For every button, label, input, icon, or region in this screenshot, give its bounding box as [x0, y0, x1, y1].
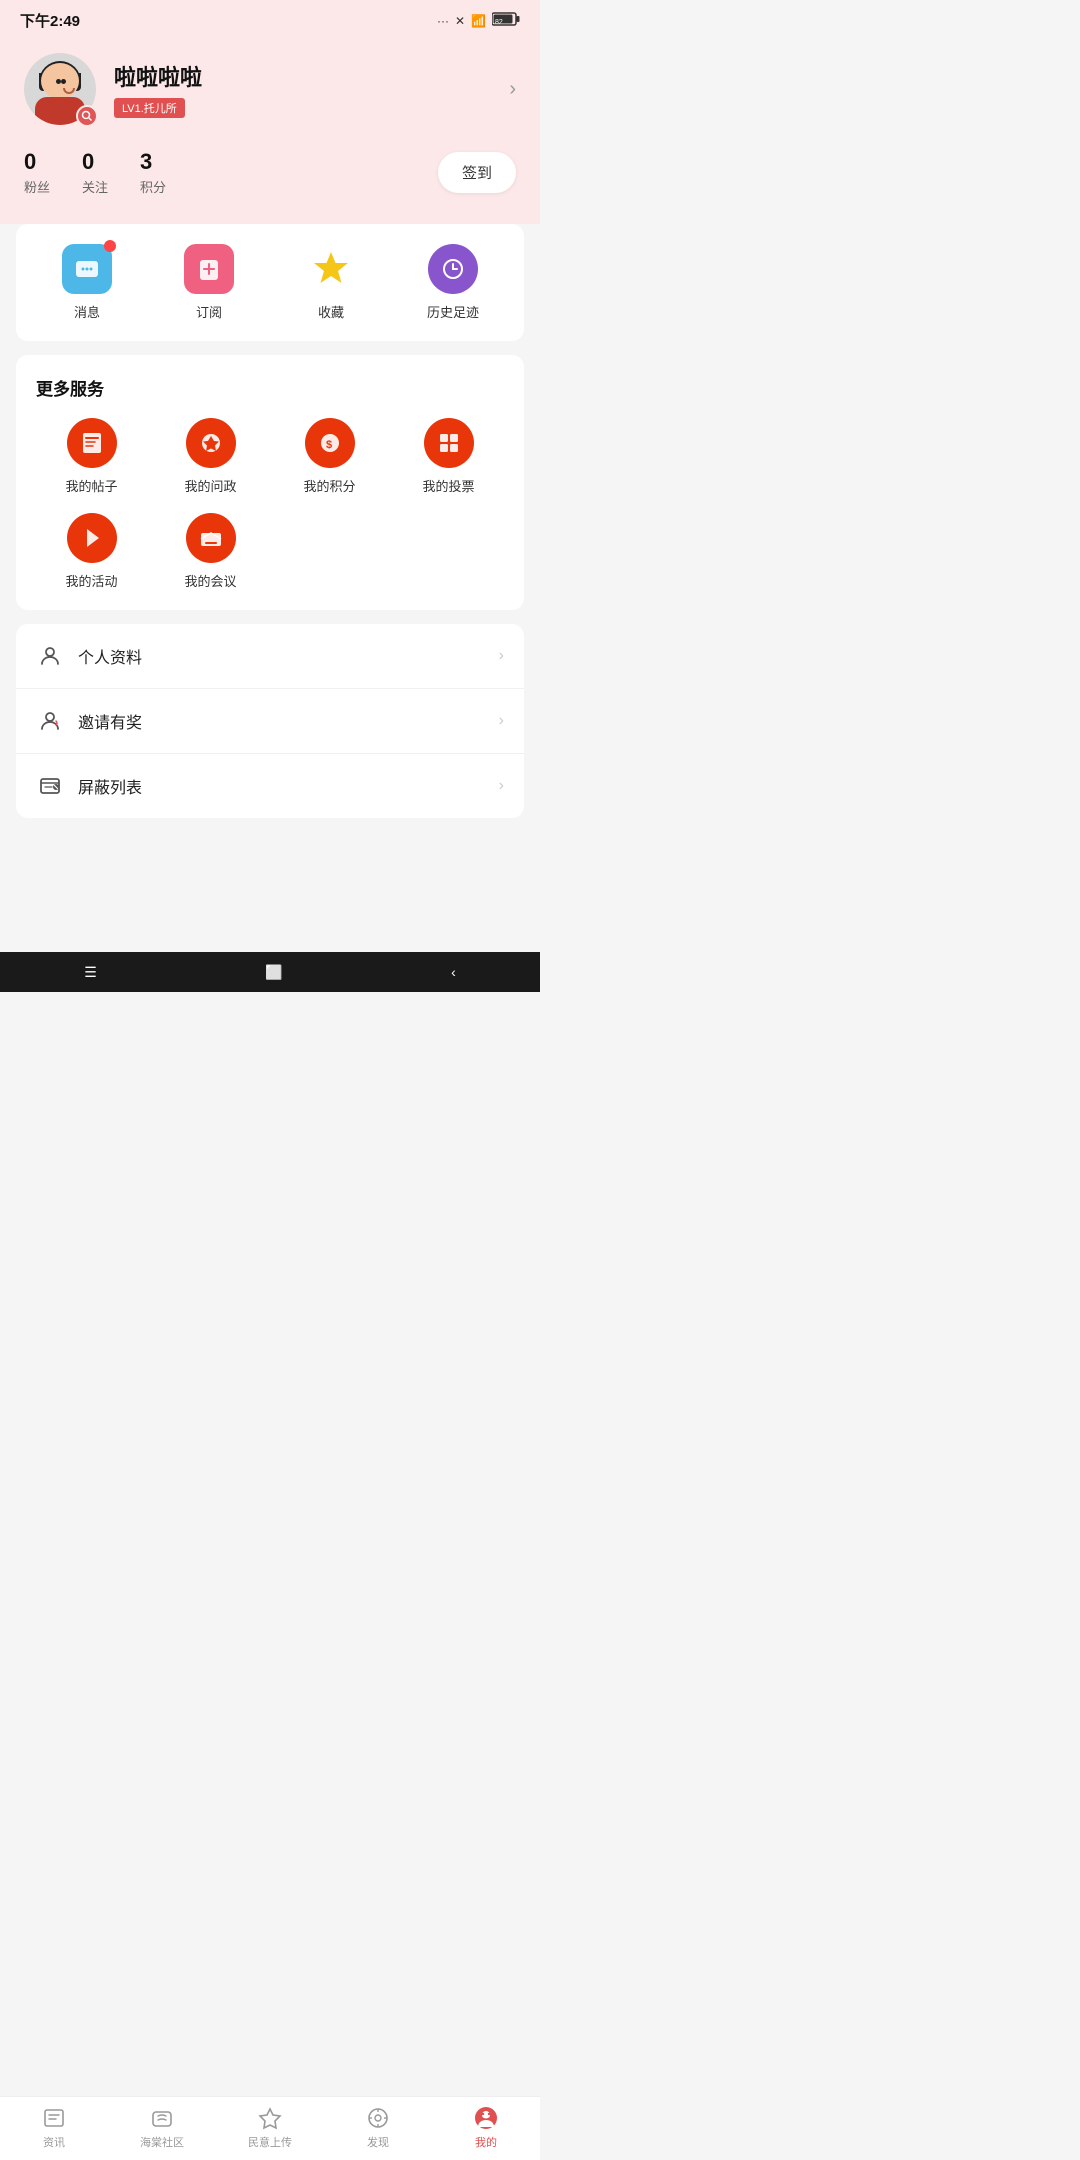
blocklist-icon [36, 772, 64, 800]
history-icon-wrap [428, 244, 478, 294]
signin-button[interactable]: 签到 [438, 152, 516, 193]
battery-icon: 82 [492, 12, 520, 29]
action-message[interactable]: 消息 [47, 244, 127, 321]
my-meeting-icon [186, 513, 236, 563]
fans-count: 0 [24, 149, 36, 175]
message-badge [104, 240, 116, 252]
mine-nav-label: 我的 [475, 2134, 497, 2150]
community-nav-label: 海棠社区 [140, 2134, 184, 2150]
my-points-label: 我的积分 [303, 476, 355, 495]
quick-actions-card: 消息 订阅 收藏 [16, 224, 524, 341]
blocklist-menu-label: 屏蔽列表 [78, 774, 499, 798]
service-my-activity[interactable]: 我的活动 [32, 513, 151, 590]
service-my-points[interactable]: $ 我的积分 [270, 418, 389, 495]
history-label: 历史足迹 [427, 302, 479, 321]
android-home-icon[interactable]: ⬜ [265, 964, 282, 981]
my-meeting-label: 我的会议 [184, 571, 236, 590]
menu-item-profile[interactable]: 个人资料 › [16, 624, 524, 689]
invite-icon [36, 707, 64, 735]
discover-nav-label: 发现 [367, 2134, 389, 2150]
status-icons: ··· ✕ 📶 82 [437, 12, 520, 29]
android-menu-icon[interactable]: ☰ [84, 964, 97, 981]
news-nav-icon [41, 2105, 67, 2131]
profile-top: 啦啦啦啦 LV1.托儿所 › [24, 53, 516, 125]
news-nav-label: 资讯 [43, 2134, 65, 2150]
message-icon-wrap [62, 244, 112, 294]
nav-mine[interactable]: 我的 [451, 2105, 521, 2150]
favorite-label: 收藏 [318, 302, 344, 321]
my-inquiry-label: 我的问政 [184, 476, 236, 495]
more-services-card: 更多服务 我的帖子 [16, 355, 524, 610]
android-back-icon[interactable]: ‹ [451, 964, 456, 980]
community-nav-icon [149, 2105, 175, 2131]
opinion-nav-label: 民意上传 [248, 2134, 292, 2150]
action-favorite[interactable]: 收藏 [291, 244, 371, 321]
my-points-icon: $ [305, 418, 355, 468]
menu-list: 个人资料 › 邀请有奖 › [16, 624, 524, 818]
profile-stats: 0 粉丝 0 关注 3 积分 签到 [24, 149, 516, 196]
points-count: 3 [140, 149, 152, 175]
signal-dots-icon: ··· [437, 14, 449, 28]
service-my-meeting[interactable]: 我的会议 [151, 513, 270, 590]
profile-edit-arrow[interactable]: › [509, 78, 516, 101]
blocklist-arrow-icon: › [499, 777, 504, 795]
invite-menu-label: 邀请有奖 [78, 709, 499, 733]
message-label: 消息 [74, 302, 100, 321]
status-time: 下午2:49 [20, 10, 80, 31]
service-my-posts[interactable]: 我的帖子 [32, 418, 151, 495]
service-my-inquiry[interactable]: 我的问政 [151, 418, 270, 495]
android-nav: ☰ ⬜ ‹ [0, 952, 540, 992]
wifi-icon: 📶 [471, 14, 486, 28]
subscribe-icon-wrap [184, 244, 234, 294]
invite-arrow-icon: › [499, 712, 504, 730]
my-inquiry-icon [186, 418, 236, 468]
profile-menu-label: 个人资料 [78, 644, 499, 668]
my-vote-label: 我的投票 [422, 476, 474, 495]
action-history[interactable]: 历史足迹 [413, 244, 493, 321]
points-stat[interactable]: 3 积分 [140, 149, 166, 196]
quick-actions: 消息 订阅 收藏 [26, 244, 514, 321]
profile-arrow-icon: › [499, 647, 504, 665]
more-services-title: 更多服务 [26, 375, 514, 418]
action-subscribe[interactable]: 订阅 [169, 244, 249, 321]
status-bar: 下午2:49 ··· ✕ 📶 82 [0, 0, 540, 37]
discover-nav-icon [365, 2105, 391, 2131]
following-stat[interactable]: 0 关注 [82, 149, 108, 196]
profile-info: 啦啦啦啦 LV1.托儿所 [114, 60, 491, 118]
mine-nav-icon [473, 2105, 499, 2131]
svg-text:$: $ [326, 439, 332, 451]
nav-opinion[interactable]: 民意上传 [235, 2105, 305, 2150]
level-badge: LV1.托儿所 [114, 98, 185, 118]
my-activity-label: 我的活动 [65, 571, 117, 590]
close-icon: ✕ [455, 14, 465, 28]
profile-name: 啦啦啦啦 [114, 60, 491, 92]
fans-stat[interactable]: 0 粉丝 [24, 149, 50, 196]
bottom-nav: 资讯 海棠社区 民意上传 [0, 2096, 540, 2160]
svg-text:82: 82 [495, 19, 503, 26]
opinion-nav-icon [257, 2105, 283, 2131]
service-my-vote[interactable]: 我的投票 [389, 418, 508, 495]
my-posts-label: 我的帖子 [65, 476, 117, 495]
my-activity-icon [67, 513, 117, 563]
nav-community[interactable]: 海棠社区 [127, 2105, 197, 2150]
avatar-search-icon[interactable] [76, 105, 98, 127]
services-grid: 我的帖子 我的问政 $ [26, 418, 514, 590]
my-posts-icon [67, 418, 117, 468]
nav-discover[interactable]: 发现 [343, 2105, 413, 2150]
avatar[interactable] [24, 53, 96, 125]
favorite-icon-wrap [306, 244, 356, 294]
fans-label: 粉丝 [24, 177, 50, 196]
menu-item-blocklist[interactable]: 屏蔽列表 › [16, 754, 524, 818]
points-label: 积分 [140, 177, 166, 196]
nav-news[interactable]: 资讯 [19, 2105, 89, 2150]
following-label: 关注 [82, 177, 108, 196]
profile-person-icon [36, 642, 64, 670]
following-count: 0 [82, 149, 94, 175]
profile-header: 啦啦啦啦 LV1.托儿所 › 0 粉丝 0 关注 3 积分 签到 [0, 37, 540, 224]
menu-item-invite[interactable]: 邀请有奖 › [16, 689, 524, 754]
subscribe-label: 订阅 [196, 302, 222, 321]
my-vote-icon [424, 418, 474, 468]
